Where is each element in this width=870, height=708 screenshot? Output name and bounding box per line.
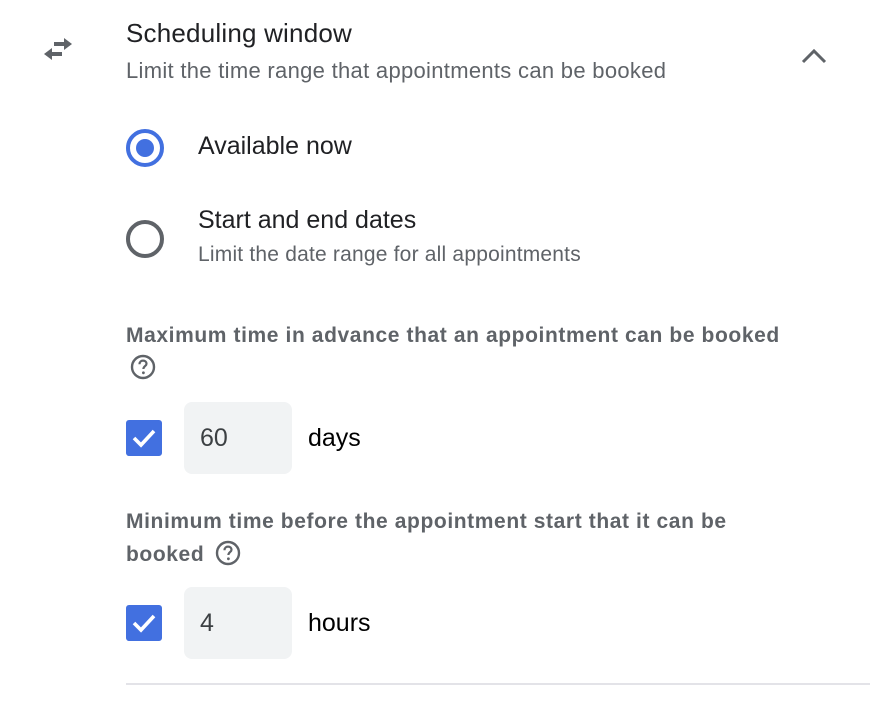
option-start-end-dates[interactable]: Start and end dates Limit the date range…	[124, 204, 581, 270]
radio-start-end-dates[interactable]	[124, 218, 166, 260]
max-advance-controls: days	[126, 402, 361, 474]
max-advance-checkbox[interactable]	[126, 420, 162, 456]
option-label: Available now	[198, 132, 352, 160]
option-available-now[interactable]: Available now	[124, 127, 352, 169]
help-circle-icon[interactable]	[130, 354, 156, 380]
checkmark-icon	[132, 614, 156, 633]
option-label: Start and end dates	[198, 206, 417, 234]
min-notice-controls: hours	[126, 587, 371, 659]
max-advance-unit: days	[308, 423, 361, 452]
help-circle-icon[interactable]	[215, 540, 241, 566]
max-advance-input[interactable]	[184, 402, 292, 474]
section-title: Scheduling window	[126, 18, 352, 48]
min-notice-label: Minimum time before the appointment star…	[126, 505, 806, 571]
collapse-section-button[interactable]	[790, 36, 838, 76]
checkmark-icon	[132, 429, 156, 448]
swap-horiz-icon	[40, 38, 76, 68]
radio-available-now[interactable]	[124, 127, 166, 169]
min-notice-input[interactable]	[184, 587, 292, 659]
option-sublabel: Limit the date range for all appointment…	[198, 243, 581, 266]
min-notice-checkbox[interactable]	[126, 605, 162, 641]
section-subtitle: Limit the time range that appointments c…	[126, 58, 667, 83]
max-advance-label: Maximum time in advance that an appointm…	[126, 319, 806, 385]
chevron-up-icon	[801, 48, 827, 64]
max-advance-label-text: Maximum time in advance that an appointm…	[126, 324, 780, 347]
section-divider	[126, 683, 870, 685]
min-notice-unit: hours	[308, 608, 371, 637]
